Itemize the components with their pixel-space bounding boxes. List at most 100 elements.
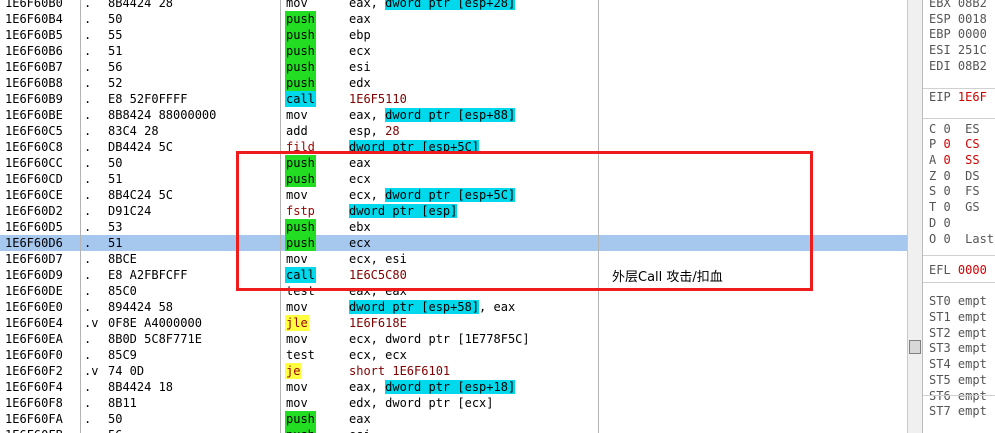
hex-dump-cell: 85C0 bbox=[108, 284, 137, 298]
hex-dump-cell: 56 bbox=[108, 427, 122, 433]
disasm-row[interactable]: 1E6F60BE. 8B8424 88000000 mov eax, dword pt… bbox=[0, 107, 907, 123]
disasm-row[interactable]: 1E6F60B8. 52 push edx bbox=[0, 75, 907, 91]
disasm-row[interactable]: 1E6F60B6. 51 push ecx bbox=[0, 43, 907, 59]
operands-cell: esi bbox=[349, 59, 371, 75]
mnemonic-cell: push bbox=[285, 27, 316, 43]
address-cell: 1E6F60C5 bbox=[5, 124, 63, 138]
register-line[interactable]: P 0 CS bbox=[929, 137, 980, 151]
disasm-row[interactable]: 1E6F60F4. 8B4424 18 mov eax, dword ptr [esp… bbox=[0, 379, 907, 395]
disasm-row[interactable]: 1E6F60F0. 85C9 test ecx, ecx bbox=[0, 347, 907, 363]
disasm-row[interactable]: 1E6F60EA. 8B0D 5C8F771E mov ecx, dword ptr … bbox=[0, 331, 907, 347]
mnemonic-cell: add bbox=[286, 124, 308, 138]
register-line[interactable]: EDI 08B2 bbox=[929, 59, 987, 73]
register-line[interactable]: EFL 0000 bbox=[929, 263, 987, 277]
mnemonic-cell: push bbox=[285, 427, 316, 433]
register-line[interactable]: ST2 empt bbox=[929, 326, 987, 340]
disasm-row[interactable]: 1E6F60B0. 8B4424 28 mov eax, dword ptr [esp… bbox=[0, 0, 907, 11]
operand-part: short 1E6F6101 bbox=[349, 364, 451, 378]
hex-dump-cell: 8B4C24 5C bbox=[108, 188, 174, 202]
operand-part: eax bbox=[349, 12, 371, 26]
jump-marker: . bbox=[84, 188, 92, 202]
operand-part: dword ptr [esp+58] bbox=[349, 300, 480, 314]
register-line[interactable]: EIP 1E6F bbox=[929, 90, 987, 104]
address-cell: 1E6F60F4 bbox=[5, 380, 63, 394]
column-divider bbox=[80, 0, 81, 433]
disassembly-pane[interactable]: 1E6F60B0. 8B4424 28 mov eax, dword ptr [esp… bbox=[0, 0, 907, 433]
jump-marker: . bbox=[84, 412, 92, 426]
hex-dump-cell: DB4424 5C bbox=[108, 140, 174, 154]
disasm-row[interactable]: 1E6F60B7. 56 push esi bbox=[0, 59, 907, 75]
operand-part: edx bbox=[349, 76, 371, 90]
disasm-row[interactable]: 1E6F60E4 .v 0F8E A4000000 jle 1E6F618E bbox=[0, 315, 907, 331]
operands-cell: short 1E6F6101 bbox=[349, 363, 450, 379]
mnemonic-cell: call bbox=[285, 91, 316, 107]
address-cell: 1E6F60E4 bbox=[5, 316, 63, 330]
operand-part: ecx, dword ptr [1E778F5C] bbox=[349, 332, 530, 346]
address-cell: 1E6F60F2 bbox=[5, 364, 63, 378]
operands-cell: eax, dword ptr [esp+28] bbox=[349, 0, 516, 11]
highlight-box bbox=[236, 151, 813, 291]
disasm-row[interactable]: 1E6F60B4. 50 push eax bbox=[0, 11, 907, 27]
operands-cell: edx, dword ptr [ecx] bbox=[349, 395, 494, 411]
operands-cell: ecx, ecx bbox=[349, 347, 407, 363]
register-line[interactable]: ST4 empt bbox=[929, 357, 987, 371]
jump-marker: . bbox=[84, 332, 92, 346]
jump-marker: . bbox=[84, 28, 92, 42]
register-line[interactable]: ST7 empt bbox=[929, 404, 987, 418]
operands-cell: eax bbox=[349, 11, 371, 27]
disasm-row[interactable]: 1E6F60FB. 56 push esi bbox=[0, 427, 907, 433]
operand-part: 28 bbox=[385, 124, 400, 138]
register-line[interactable]: ST1 empt bbox=[929, 310, 987, 324]
disasm-row[interactable]: 1E6F60FA. 50 push eax bbox=[0, 411, 907, 427]
register-separator bbox=[923, 118, 995, 119]
register-line[interactable]: ST0 empt bbox=[929, 294, 987, 308]
operand-part: ecx, ecx bbox=[349, 348, 407, 362]
operands-cell: edx bbox=[349, 75, 371, 91]
disasm-row[interactable]: 1E6F60F8. 8B11 mov edx, dword ptr [ecx] bbox=[0, 395, 907, 411]
register-line[interactable]: A 0 SS bbox=[929, 153, 980, 167]
address-cell: 1E6F60E0 bbox=[5, 300, 63, 314]
hex-dump-cell: 55 bbox=[108, 28, 123, 42]
hex-dump-cell: 85C9 bbox=[108, 348, 137, 362]
mnemonic-cell: push bbox=[285, 411, 316, 427]
operand-part: 1E6F5110 bbox=[349, 92, 407, 106]
register-line[interactable]: EBX 08B2 bbox=[929, 0, 987, 10]
address-cell: 1E6F60D7 bbox=[5, 252, 63, 266]
hex-dump-cell: 8B4424 18 bbox=[108, 380, 174, 394]
register-line[interactable]: ST3 empt bbox=[929, 341, 987, 355]
address-cell: 1E6F60B8 bbox=[5, 76, 63, 90]
register-line[interactable]: EBP 0000 bbox=[929, 27, 987, 41]
disasm-row[interactable]: 1E6F60C5. 83C4 28 add esp, 28 bbox=[0, 123, 907, 139]
operand-part: dword ptr [esp+18] bbox=[385, 380, 516, 394]
register-line[interactable]: S 0 FS bbox=[929, 184, 980, 198]
address-cell: 1E6F60CE bbox=[5, 188, 63, 202]
hex-dump-cell: 51 bbox=[108, 236, 123, 250]
hex-dump-cell: 52 bbox=[108, 76, 123, 90]
scrollbar-thumb[interactable] bbox=[909, 340, 921, 354]
register-line[interactable]: O 0 Last bbox=[929, 232, 994, 246]
register-line[interactable]: T 0 GS bbox=[929, 200, 980, 214]
operand-part: dword ptr [esp+88] bbox=[385, 108, 516, 122]
vertical-scrollbar[interactable] bbox=[907, 0, 922, 433]
operand-part: edx, dword ptr [ecx] bbox=[349, 396, 494, 410]
annotation-label: 外层Call 攻击/扣血 bbox=[612, 270, 723, 285]
register-line[interactable]: ST5 empt bbox=[929, 373, 987, 387]
register-line[interactable]: C 0 ES bbox=[929, 122, 980, 136]
disasm-row[interactable]: 1E6F60B9. E8 52F0FFFF call 1E6F5110 bbox=[0, 91, 907, 107]
disasm-row[interactable]: 1E6F60B5. 55 push ebp bbox=[0, 27, 907, 43]
hex-dump-cell: 8B0D 5C8F771E bbox=[108, 332, 202, 346]
operand-part: , eax bbox=[479, 300, 516, 314]
hex-dump-cell: 0F8E A4000000 bbox=[108, 316, 202, 330]
register-separator bbox=[923, 282, 995, 283]
operands-cell: eax, dword ptr [esp+88] bbox=[349, 107, 516, 123]
register-line[interactable]: ESI 251C bbox=[929, 43, 987, 57]
register-line[interactable]: ESP 0018 bbox=[929, 12, 987, 26]
register-line[interactable]: Z 0 DS bbox=[929, 169, 980, 183]
mnemonic-cell: test bbox=[286, 348, 315, 362]
disasm-row[interactable]: 1E6F60E0. 894424 58 mov dword ptr [esp+58],… bbox=[0, 299, 907, 315]
operand-part: eax, bbox=[349, 0, 386, 10]
operand-part: eax, bbox=[349, 380, 386, 394]
disasm-row[interactable]: 1E6F60F2 .v 74 0D je short 1E6F6101 bbox=[0, 363, 907, 379]
register-line[interactable]: D 0 bbox=[929, 216, 951, 230]
register-separator bbox=[923, 88, 995, 89]
